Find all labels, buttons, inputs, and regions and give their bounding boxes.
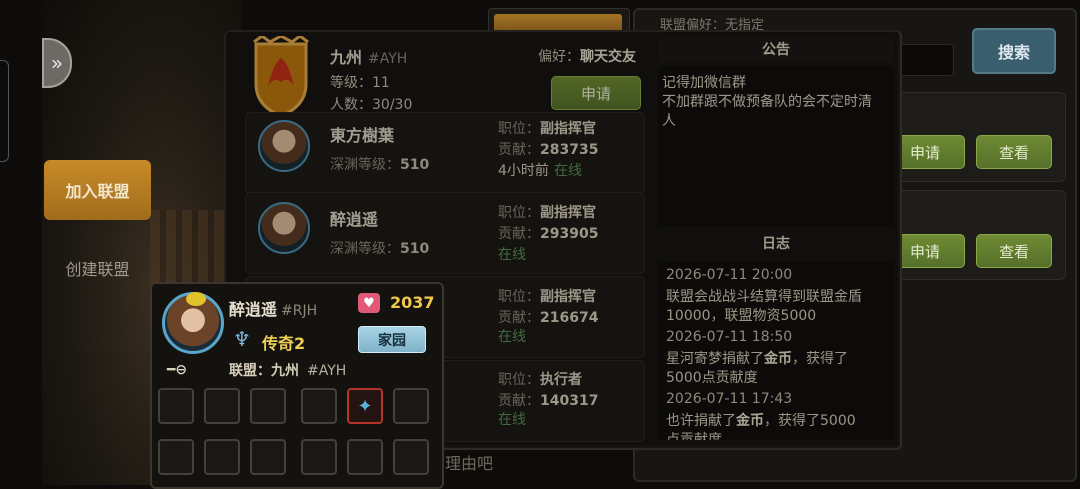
equipment-slot[interactable] [301,388,337,424]
equipment-slot[interactable] [158,439,194,475]
equipment-slot[interactable] [393,439,429,475]
player-name-text: 醉逍遥 [229,300,278,319]
equipment-slot[interactable] [301,439,337,475]
create-alliance-button[interactable]: 创建联盟 [44,240,151,296]
player-rank: 传奇2 [262,334,306,353]
result-view-button[interactable]: 查看 [976,234,1052,268]
result-view-button[interactable]: 查看 [976,135,1052,169]
alliance-tag: #AYH [307,363,347,379]
equipment-slot[interactable] [250,439,286,475]
player-alliance: 联盟：九州 #AYH [229,360,346,380]
equipment-slot[interactable] [158,388,194,424]
key-icon: ━⊖ [167,362,188,378]
equipment-slot[interactable] [204,439,240,475]
equipment-slot[interactable]: ✦ [347,388,383,424]
bird-pet-icon: ✦ [357,395,373,417]
equipment-slot[interactable] [347,439,383,475]
flower-icon [186,292,206,306]
alliance-label: 联盟： [229,363,271,379]
search-button[interactable]: 搜索 [972,28,1056,74]
side-handle [0,60,9,162]
likes-count: 2037 [390,293,435,312]
heart-icon[interactable]: ♥ [358,293,380,313]
equipment-slot[interactable] [250,388,286,424]
join-alliance-button[interactable]: 加入联盟 [44,160,151,220]
equipment-slot[interactable] [393,388,429,424]
home-button[interactable]: 家园 [358,326,426,353]
alliance-name: 九州 [271,363,299,379]
equipment-slot[interactable] [204,388,240,424]
rank-badge-icon: ♆ [233,327,251,351]
player-name: 醉逍遥 #RJH [229,296,317,320]
player-tag: #RJH [281,303,318,319]
